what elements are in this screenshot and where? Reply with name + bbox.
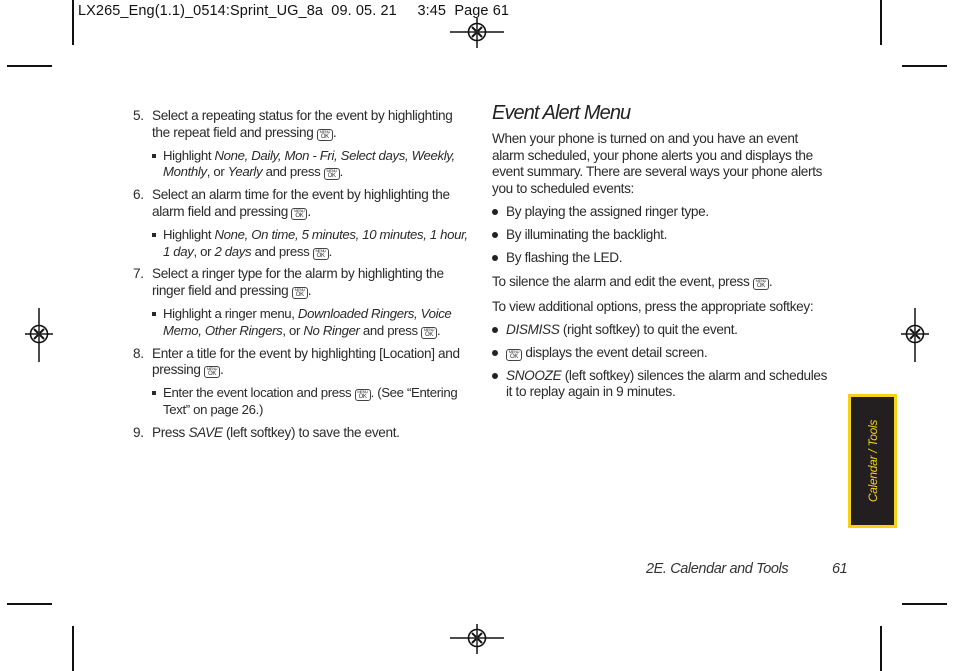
option-bullet-dismiss: DISMISS (right softkey) to quit the even… bbox=[492, 322, 832, 339]
left-column: 5. Select a repeating status for the eve… bbox=[133, 108, 473, 448]
right-column: Event Alert Menu When your phone is turn… bbox=[492, 102, 832, 407]
bullet-dot-icon bbox=[492, 208, 498, 215]
registration-mark-icon bbox=[901, 308, 929, 362]
step-8: 8. Enter a title for the event by highli… bbox=[133, 345, 460, 379]
softkey-label: SNOOZE bbox=[506, 367, 562, 383]
step-number: 9. bbox=[133, 424, 144, 440]
options-paragraph: To view additional options, press the ap… bbox=[492, 299, 814, 315]
bullet-dot-icon bbox=[492, 254, 498, 261]
silence-paragraph: To silence the alarm and edit the event,… bbox=[492, 274, 773, 291]
menu-ok-key-icon: MENU OK bbox=[316, 128, 333, 141]
menu-ok-key-icon: MENU OK bbox=[752, 278, 769, 291]
step-8-detail: Enter the event location and press MENU O… bbox=[133, 385, 473, 419]
square-bullet-icon bbox=[152, 391, 156, 396]
bullet-dot-icon bbox=[492, 349, 498, 356]
crop-mark bbox=[880, 0, 882, 45]
option-bullet-ok: MENU OK displays the event detail screen. bbox=[492, 345, 832, 362]
square-bullet-icon bbox=[152, 153, 156, 158]
square-bullet-icon bbox=[152, 232, 156, 237]
menu-ok-key-icon: MENU OK bbox=[312, 247, 329, 260]
menu-ok-key-icon: MENU OK bbox=[291, 207, 308, 220]
bullet-dot-icon bbox=[492, 231, 498, 238]
step-6-detail: Highlight None, On time, 5 minutes, 10 m… bbox=[133, 227, 473, 261]
step-number: 8. bbox=[133, 345, 144, 361]
menu-ok-key-icon: MENU OK bbox=[354, 389, 371, 402]
side-tab-label: Calendar / Tools bbox=[865, 419, 880, 503]
step-7: 7. Select a ringer type for the alarm by… bbox=[133, 266, 444, 300]
alert-bullet: By playing the assigned ringer type. bbox=[492, 204, 832, 221]
menu-ok-key-icon: MENU OK bbox=[323, 168, 340, 181]
registration-mark-icon bbox=[450, 18, 504, 48]
intro-paragraph: When your phone is turned on and you hav… bbox=[492, 130, 823, 197]
crop-mark bbox=[7, 65, 52, 67]
step-5-detail: Highlight None, Daily, Mon - Fri, Select… bbox=[133, 148, 473, 182]
step-number: 6. bbox=[133, 187, 144, 203]
menu-ok-key-icon: MENU OK bbox=[291, 287, 308, 300]
bullet-dot-icon bbox=[492, 326, 498, 333]
step-9: 9. Press SAVE (left softkey) to save the… bbox=[133, 424, 400, 440]
menu-ok-key-icon: MENU OK bbox=[506, 348, 522, 361]
crop-mark bbox=[72, 0, 74, 45]
softkey-label: SAVE bbox=[188, 424, 223, 440]
crop-mark bbox=[880, 626, 882, 671]
section-heading: Event Alert Menu bbox=[492, 102, 631, 124]
crop-mark bbox=[7, 603, 52, 605]
option-bullet-snooze: SNOOZE (left softkey) silences the alarm… bbox=[492, 368, 832, 402]
crop-mark bbox=[902, 603, 947, 605]
step-7-detail: Highlight a ringer menu, Downloaded Ring… bbox=[133, 306, 473, 340]
crop-mark bbox=[72, 626, 74, 671]
page-number: 61 bbox=[832, 561, 848, 577]
alert-bullet: By illuminating the backlight. bbox=[492, 227, 832, 244]
step-number: 7. bbox=[133, 266, 144, 282]
registration-mark-icon bbox=[25, 308, 53, 362]
menu-ok-key-icon: MENU OK bbox=[421, 326, 438, 339]
step-6: 6. Select an alarm time for the event by… bbox=[133, 187, 450, 220]
softkey-label: DISMISS bbox=[506, 321, 560, 337]
registration-mark-icon bbox=[450, 624, 504, 654]
bullet-dot-icon bbox=[492, 372, 498, 379]
footer-section-title: 2E. Calendar and Tools bbox=[646, 561, 789, 577]
menu-ok-key-icon: MENU OK bbox=[204, 366, 221, 379]
section-side-tab: Calendar / Tools bbox=[848, 394, 897, 528]
printer-slug: LX265_Eng(1.1)_0514:Sprint_UG_8a 09. 05.… bbox=[78, 3, 510, 19]
step-5: 5. Select a repeating status for the eve… bbox=[133, 108, 453, 141]
crop-mark bbox=[902, 65, 947, 67]
square-bullet-icon bbox=[152, 311, 156, 316]
alert-bullet: By flashing the LED. bbox=[492, 250, 832, 267]
step-number: 5. bbox=[133, 108, 144, 123]
